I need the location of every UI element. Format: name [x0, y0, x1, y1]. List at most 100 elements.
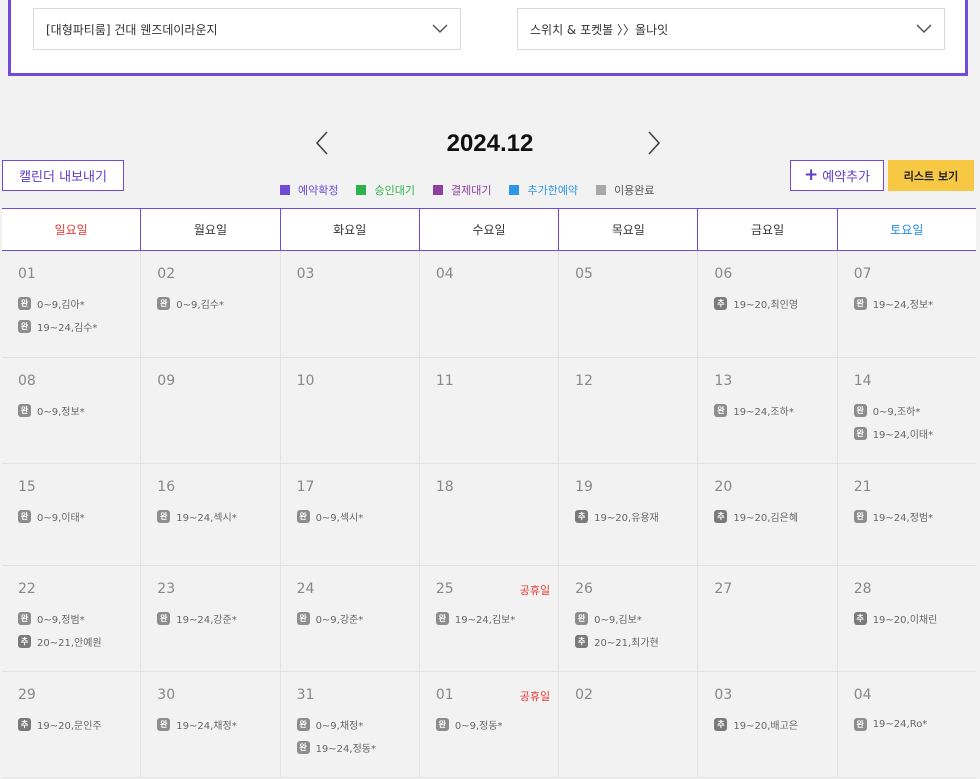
reservation-entry[interactable]: 완 19~24,이태*: [853, 426, 976, 441]
package-select-value: 스위치 & 포켓볼 〉〉올나잇: [530, 22, 669, 37]
reservation-entry[interactable]: 완 0~9,섹시*: [296, 509, 419, 524]
reservation-text: 0~9,채정*: [315, 721, 364, 732]
reservation-entry[interactable]: 추 19~20,배고은: [714, 717, 836, 732]
calendar-day-cell[interactable]: 06 추 19~20,최인영: [697, 251, 836, 357]
reservation-entry[interactable]: 추 19~20,김은혜: [714, 509, 836, 524]
calendar-day-cell[interactable]: 21 완 19~24,정범*: [836, 464, 976, 565]
reservation-text: 0~9,섹시*: [315, 513, 364, 524]
reservation-entry[interactable]: 추 19~20,이채린: [853, 611, 976, 626]
export-calendar-button[interactable]: 캘린더 내보내기: [2, 160, 124, 191]
list-view-button[interactable]: 리스트 보기: [888, 160, 974, 191]
package-select[interactable]: 스위치 & 포켓볼 〉〉올나잇: [517, 8, 945, 50]
reservation-entry[interactable]: 추 19~20,최인영: [714, 296, 836, 311]
calendar-day-cell[interactable]: 08 완 0~9,정보*: [2, 358, 140, 463]
reservation-text: 0~9,김보*: [594, 615, 642, 626]
calendar-day-cell[interactable]: 07 완 19~24,정보*: [836, 251, 976, 357]
calendar-day-cell[interactable]: 24 완 0~9,강준*: [279, 566, 419, 671]
reservation-entry[interactable]: 완 0~9,강준*: [296, 611, 419, 626]
reservation-entry[interactable]: 완 19~24,조하*: [714, 403, 836, 418]
day-number: 01: [18, 266, 36, 282]
calendar-day-cell[interactable]: 03 추 19~20,배고은: [697, 672, 836, 777]
reservation-entry[interactable]: 완 0~9,이태*: [18, 509, 140, 524]
add-reservation-button[interactable]: + 예약추가: [790, 160, 884, 191]
reservation-entry[interactable]: 완 19~24,김수*: [18, 319, 140, 334]
reservation-entry[interactable]: 완 19~24,채정*: [157, 717, 279, 732]
calendar-day-cell[interactable]: 30 완 19~24,채정*: [140, 672, 279, 777]
reservation-entry[interactable]: 추 20~21,최가현: [575, 634, 697, 649]
reservation-entry[interactable]: 완 19~24,정보*: [853, 296, 976, 311]
reservation-entry[interactable]: 추 19~20,유용재: [575, 509, 697, 524]
calendar-day-cell[interactable]: 31 완 0~9,채정* 완 19~24,정동*: [279, 672, 419, 777]
calendar-day-cell[interactable]: 01 공휴일 완 0~9,정동*: [418, 672, 558, 777]
calendar-day-cell[interactable]: 09: [140, 358, 279, 463]
calendar-day-cell[interactable]: 25 공휴일 완 19~24,김보*: [418, 566, 558, 671]
room-select-value: [대형파티룸] 건대 웬즈데이라운지: [46, 22, 218, 37]
calendar-day-cell[interactable]: 26 완 0~9,김보* 추 20~21,최가현: [558, 566, 697, 671]
reservation-entry[interactable]: 완 0~9,정보*: [18, 403, 140, 418]
day-number: 20: [714, 479, 733, 495]
reservation-entry[interactable]: 완 0~9,김아*: [18, 296, 140, 311]
calendar-day-cell[interactable]: 22 완 0~9,정범* 추 20~21,안예원: [2, 566, 140, 671]
completed-badge-icon: 완: [853, 718, 867, 731]
reservation-entry[interactable]: 완 0~9,채정*: [296, 717, 419, 732]
calendar-day-cell[interactable]: 03: [279, 251, 419, 357]
legend-item: 예약확정: [280, 182, 338, 198]
calendar-day-cell[interactable]: 12: [558, 358, 697, 463]
reservation-text: 19~24,조하*: [733, 407, 794, 418]
reservation-entry[interactable]: 완 19~24,섹시*: [157, 509, 279, 524]
calendar-day-cell[interactable]: 14 완 0~9,조하* 완 19~24,이태*: [836, 358, 976, 463]
calendar-day-cell[interactable]: 15 완 0~9,이태*: [2, 464, 140, 565]
reservation-text: 19~24,섹시*: [176, 513, 237, 524]
reservation-entry[interactable]: 완 19~24,정동*: [296, 740, 419, 755]
calendar-day-cell[interactable]: 20 추 19~20,김은혜: [697, 464, 836, 565]
reservation-entry[interactable]: 완 0~9,정범*: [18, 611, 140, 626]
reservation-text: 19~20,유용재: [594, 513, 659, 524]
reservation-entry[interactable]: 완 19~24,강준*: [157, 611, 279, 626]
calendar-day-cell[interactable]: 27: [697, 566, 836, 671]
day-number: 04: [435, 266, 454, 282]
added-badge-icon: 추: [714, 510, 728, 523]
chevron-down-icon: [432, 24, 448, 34]
reservation-entry[interactable]: 완 19~24,Ro*: [853, 717, 976, 732]
calendar-day-cell[interactable]: 05: [558, 251, 697, 357]
day-number: 10: [296, 373, 315, 389]
calendar-day-cell[interactable]: 02 완 0~9,김수*: [140, 251, 279, 357]
calendar-day-cell[interactable]: 18: [418, 464, 558, 565]
reservation-entry[interactable]: 완 0~9,조하*: [853, 403, 976, 418]
calendar-day-cell[interactable]: 13 완 19~24,조하*: [697, 358, 836, 463]
calendar-day-cell[interactable]: 16 완 19~24,섹시*: [140, 464, 279, 565]
reservation-text: 19~20,최인영: [733, 300, 799, 311]
weekday-header-cell: 월요일: [140, 209, 279, 250]
reservation-entry[interactable]: 완 19~24,정범*: [853, 509, 976, 524]
chevron-right-icon[interactable]: [644, 130, 664, 156]
calendar-day-cell[interactable]: 11: [418, 358, 558, 463]
day-number: 27: [714, 581, 733, 597]
reservation-entry[interactable]: 추 20~21,안예원: [18, 634, 140, 649]
calendar-day-cell[interactable]: 02: [558, 672, 697, 777]
day-number: 02: [157, 266, 176, 282]
calendar-day-cell[interactable]: 01 완 0~9,김아* 완 19~24,김수*: [2, 251, 140, 357]
day-number: 26: [575, 581, 593, 597]
reservation-entry[interactable]: 완 0~9,김보*: [575, 611, 697, 626]
reservation-text: 20~21,안예원: [37, 638, 102, 649]
day-number: 03: [714, 687, 733, 703]
calendar-day-cell[interactable]: 04: [418, 251, 558, 357]
completed-badge-icon: 완: [853, 510, 867, 523]
reservation-text: 19~20,김은혜: [733, 513, 799, 524]
calendar-day-cell[interactable]: 17 완 0~9,섹시*: [279, 464, 419, 565]
reservation-entry[interactable]: 완 19~24,김보*: [435, 611, 558, 626]
calendar-week-row: 29 추 19~20,문인주 30 완 19~24,채정* 31 완 0~9,채정* 완 19~24…: [2, 672, 976, 778]
chevron-left-icon[interactable]: [312, 130, 332, 156]
room-select[interactable]: [대형파티룸] 건대 웬즈데이라운지: [33, 8, 461, 50]
reservation-entry[interactable]: 추 19~20,문인주: [18, 717, 140, 732]
calendar-day-cell[interactable]: 10: [279, 358, 419, 463]
calendar-day-cell[interactable]: 28 추 19~20,이채린: [836, 566, 976, 671]
reservation-entry[interactable]: 완 0~9,김수*: [157, 296, 279, 311]
day-number: 28: [853, 581, 872, 597]
reservation-entry[interactable]: 완 0~9,정동*: [435, 717, 558, 732]
day-number: 18: [435, 479, 454, 495]
calendar-day-cell[interactable]: 23 완 19~24,강준*: [140, 566, 279, 671]
calendar-day-cell[interactable]: 04 완 19~24,Ro*: [836, 672, 976, 777]
calendar-day-cell[interactable]: 29 추 19~20,문인주: [2, 672, 140, 777]
calendar-day-cell[interactable]: 19 추 19~20,유용재: [558, 464, 697, 565]
